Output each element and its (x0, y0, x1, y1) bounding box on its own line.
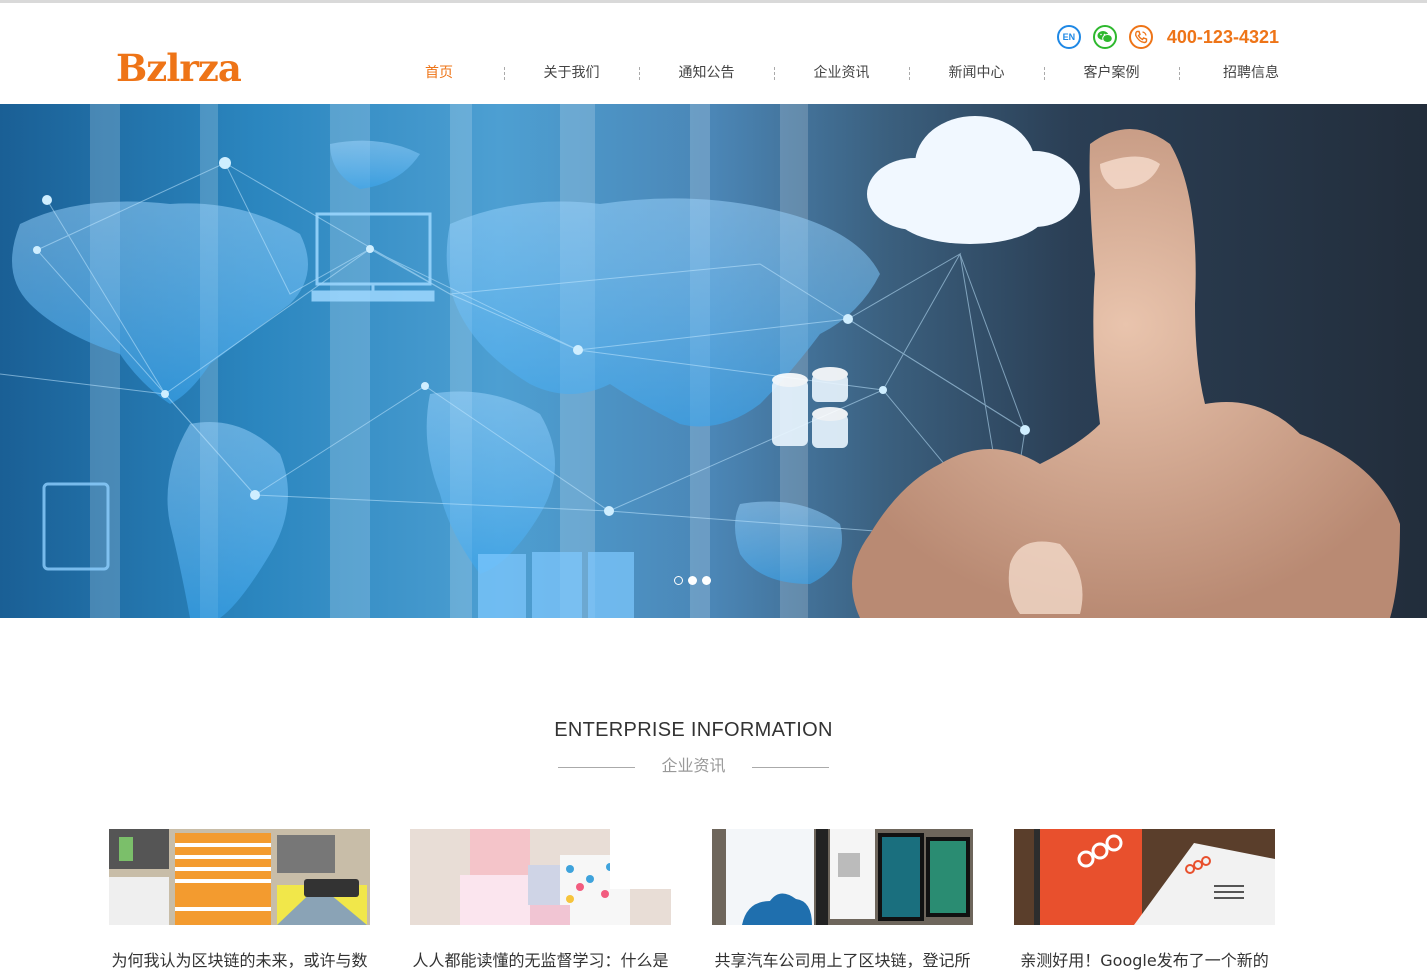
article-card[interactable]: 共享汽车公司用上了区块链，登记所 (712, 829, 973, 971)
article-title[interactable]: 共享汽车公司用上了区块链，登记所 (712, 947, 973, 971)
phone-icon[interactable] (1128, 25, 1153, 49)
cloud-graphic (867, 116, 1080, 244)
nav-item-news-center[interactable]: 新闻中心 (909, 58, 1044, 88)
article-title[interactable]: 人人都能读懂的无监督学习：什么是 (410, 947, 671, 971)
hero-banner[interactable] (0, 104, 1427, 618)
carousel-dot-2[interactable] (688, 576, 697, 585)
en-icon[interactable]: EN (1056, 25, 1081, 49)
article-thumbnail[interactable] (410, 829, 671, 925)
article-thumbnail[interactable] (109, 829, 370, 925)
main-nav: 首页 关于我们 通知公告 企业资讯 新闻中心 客户案例 招聘信息 (374, 58, 1279, 88)
nav-item-home[interactable]: 首页 (374, 58, 504, 88)
carousel-dot-1[interactable] (674, 576, 683, 585)
article-card[interactable]: 亲测好用！Google发布了一个新的 (1014, 829, 1275, 971)
article-thumbnail[interactable] (1014, 829, 1275, 925)
carousel-dot-3[interactable] (702, 576, 711, 585)
wechat-icon[interactable] (1092, 25, 1117, 49)
site-logo[interactable]: Bzlrza (116, 50, 242, 87)
nav-item-about[interactable]: 关于我们 (504, 58, 639, 88)
article-card[interactable]: 人人都能读懂的无监督学习：什么是 (410, 829, 671, 971)
nav-item-enterprise-news[interactable]: 企业资讯 (774, 58, 909, 88)
world-map (12, 140, 880, 618)
section-subtitle: 企业资讯 (661, 756, 726, 775)
site-header: Bzlrza EN 400-123-4321 首页 关于我们 通知公告 企业资讯… (0, 3, 1427, 104)
nav-item-notices[interactable]: 通知公告 (639, 58, 774, 88)
section-title: ENTERPRISE INFORMATION (554, 719, 833, 741)
banner-illustration (0, 104, 1400, 618)
nav-item-cases[interactable]: 客户案例 (1044, 58, 1179, 88)
hotline-number[interactable]: 400-123-4321 (1167, 27, 1279, 48)
article-thumbnail[interactable] (712, 829, 973, 925)
nav-item-jobs[interactable]: 招聘信息 (1179, 58, 1279, 88)
header-contact-bar: EN 400-123-4321 (1056, 23, 1279, 51)
bar-graphic (478, 552, 634, 618)
article-title[interactable]: 亲测好用！Google发布了一个新的 (1014, 947, 1275, 971)
article-card[interactable]: 为何我认为区块链的未来，或许与数 (109, 829, 370, 971)
section-divider-right (752, 767, 829, 768)
database-graphic (772, 367, 848, 448)
carousel-dots (674, 576, 711, 585)
article-title[interactable]: 为何我认为区块链的未来，或许与数 (109, 947, 370, 971)
